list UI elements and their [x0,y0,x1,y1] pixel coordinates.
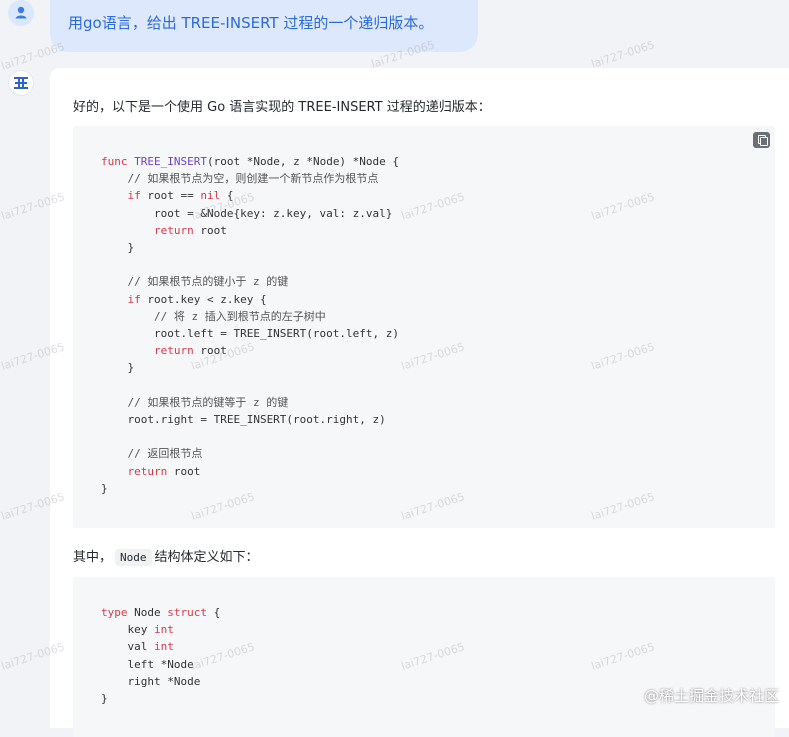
code-block-node-struct: type Node struct { key int val int left … [73,577,775,737]
inline-code-node: Node [115,549,152,566]
code-line: } [101,361,135,375]
code-line: val int [101,640,174,654]
user-avatar [8,0,34,26]
code-line: return root [127,464,201,478]
brand-watermark: @稀土掘金技术社区 [643,687,779,705]
code-line: left *Node [101,657,194,671]
code-line: type Node struct { [101,606,221,619]
user-message: 用go语言，给出 TREE-INSERT 过程的一个递归版本。 [50,0,478,52]
code-line: return root [153,344,227,358]
code-line: } [101,481,108,495]
code-line: // 将 z 插入到根节点的左子树中 [153,309,326,323]
code-line: } [101,241,135,254]
code-line: // 如果根节点为空，则创建一个新节点作为根节点 [127,172,379,186]
answer-intro: 好的，以下是一个使用 Go 语言实现的 TREE-INSERT 过程的递归版本： [73,100,491,115]
bot-logo-icon [14,77,28,89]
mid-prefix: 其中， [73,550,113,565]
code-line: // 如果根节点的键小于 z 的键 [127,275,289,289]
code-line: root.right = TREE_INSERT(root.right, z) [101,413,386,426]
code-block-tree-insert: func TREE_INSERT(root *Node, z *Node) *N… [73,126,775,528]
code-line: if root == nil { [127,189,234,203]
code-line: } [101,692,108,705]
watermark: lai727-0065 [589,38,657,71]
bot-avatar [8,70,34,96]
copy-icon[interactable] [753,132,770,148]
code-line: root = &Node{key: z.key, val: z.val} [101,206,393,220]
mid-suffix: 结构体定义如下： [154,550,259,565]
code-line: root.left = TREE_INSERT(root.left, z) [101,327,400,340]
code-line: if root.key < z.key { [127,292,267,306]
code-line: func TREE_INSERT(root *Node, z *Node) *N… [101,155,400,168]
user-icon [15,6,27,19]
code-line: key int [101,623,174,637]
code-line: right *Node [101,674,201,688]
code-line: // 返回根节点 [127,447,203,461]
answer-card: 好的，以下是一个使用 Go 语言实现的 TREE-INSERT 过程的递归版本：… [50,68,789,737]
code-line: // 如果根节点的键等于 z 的键 [127,395,289,409]
code-line: return root [153,223,227,237]
node-struct-text: 其中， Node 结构体定义如下： [73,546,259,566]
